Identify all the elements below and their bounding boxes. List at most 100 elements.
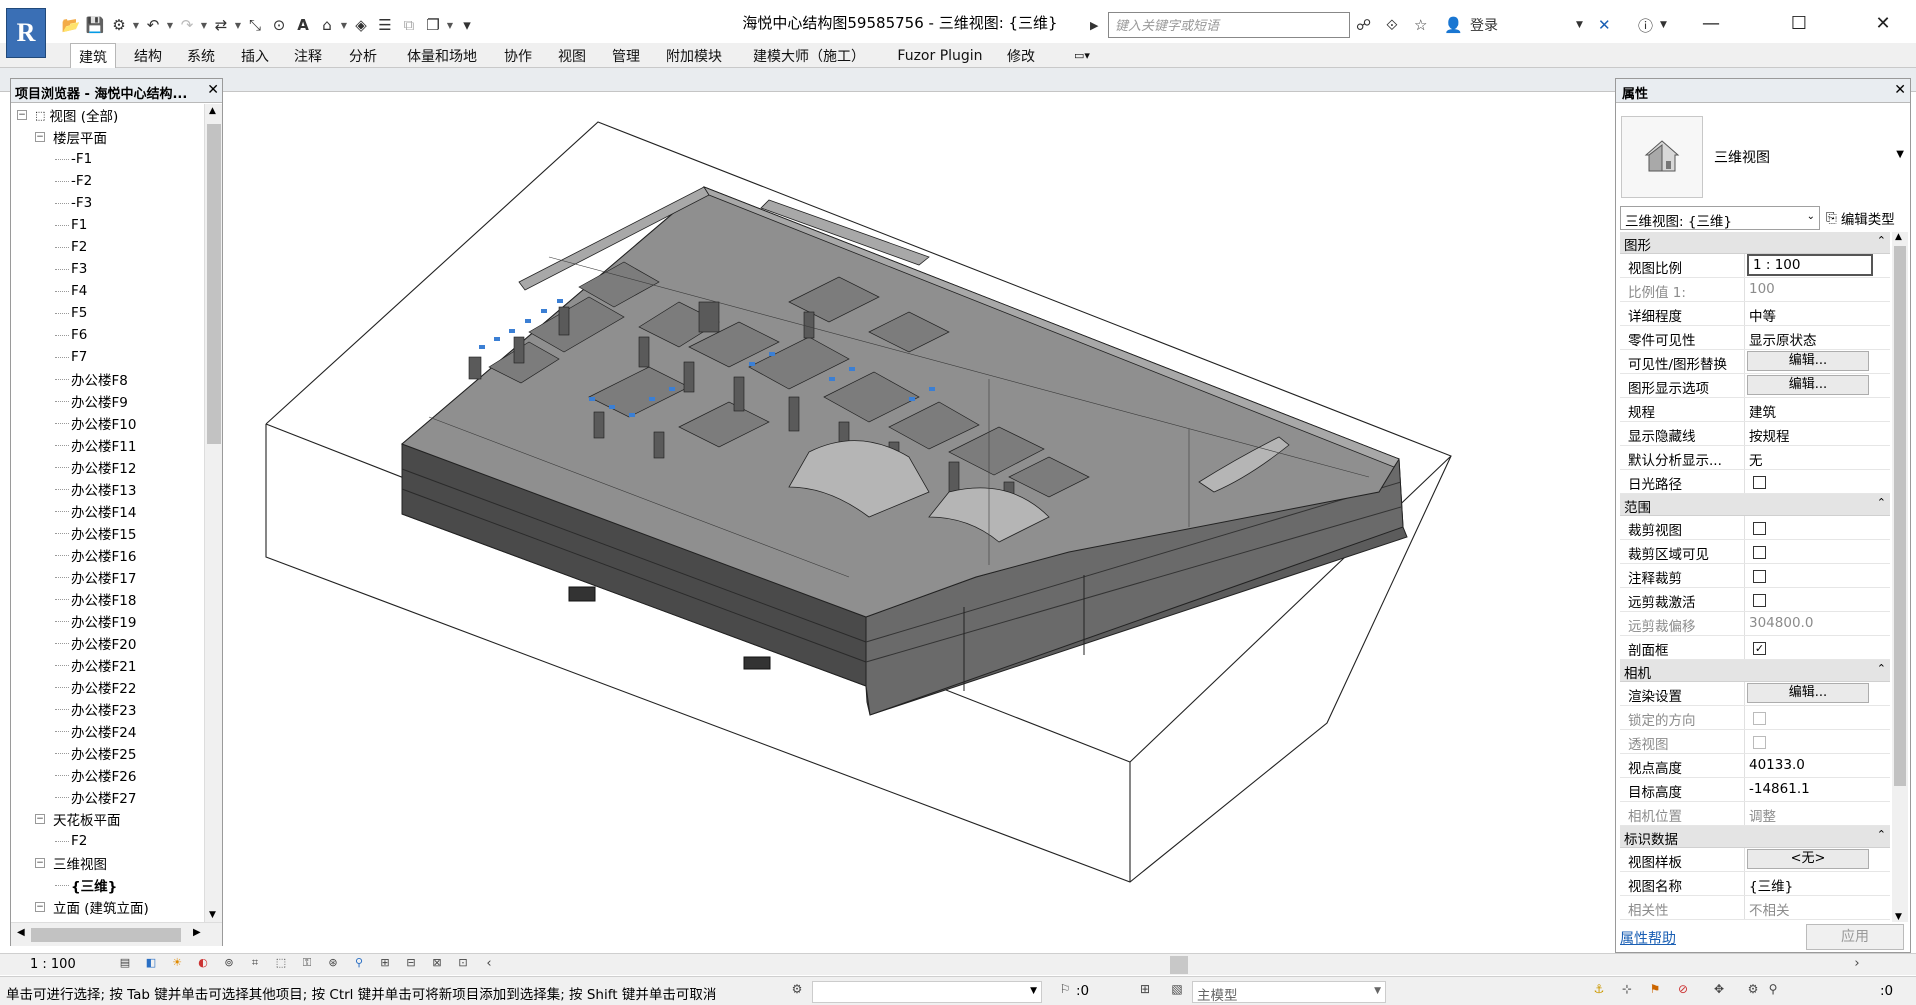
property-edit-button[interactable]: 编辑... <box>1747 375 1869 395</box>
browser-view-item[interactable]: 办公楼F8 <box>55 368 128 390</box>
chevron-down-icon[interactable]: ▼ <box>200 21 208 30</box>
scroll-down-icon[interactable]: ▼ <box>209 910 216 920</box>
browser-view-item[interactable]: 办公楼F20 <box>55 632 136 654</box>
browser-folder-item[interactable]: − ⬚ 视图 (全部) <box>17 104 118 126</box>
property-checkbox[interactable] <box>1753 594 1766 607</box>
property-value[interactable]: 40133.0 <box>1749 757 1805 773</box>
browser-view-item[interactable]: 办公楼F15 <box>55 522 136 544</box>
browser-view-item[interactable]: F3 <box>55 258 87 280</box>
scroll-up-icon[interactable]: ▲ <box>1895 232 1902 242</box>
browser-view-item[interactable]: 办公楼F11 <box>55 434 136 456</box>
chevron-left-icon[interactable]: ‹ <box>480 956 498 974</box>
collapse-toggle-icon[interactable]: − <box>35 132 45 142</box>
browser-view-item[interactable]: 办公楼F23 <box>55 698 136 720</box>
property-edit-button[interactable]: 编辑... <box>1747 683 1869 703</box>
browser-view-item[interactable]: 办公楼F10 <box>55 412 136 434</box>
application-menu-button[interactable]: R <box>6 8 46 58</box>
show-crop-region-icon[interactable]: ⬚ <box>272 956 290 974</box>
edit-type-button[interactable]: ⎘ 编辑类型 <box>1826 206 1895 230</box>
default-3d-view-icon[interactable]: ⌂ <box>316 14 338 36</box>
browser-view-item[interactable]: F7 <box>55 346 87 368</box>
browser-view-item[interactable]: 办公楼F17 <box>55 566 136 588</box>
browser-view-item[interactable]: 办公楼F25 <box>55 742 136 764</box>
search-input[interactable] <box>1108 12 1350 38</box>
ribbon-options-icon[interactable]: ▭▾ <box>1072 43 1092 68</box>
ribbon-tab[interactable]: 修改 <box>1000 43 1042 68</box>
property-checkbox[interactable] <box>1753 476 1766 489</box>
property-value-input[interactable]: 1 : 100 <box>1747 254 1873 276</box>
reveal-hidden-icon[interactable]: ⚲ <box>350 956 368 974</box>
canvas-scrollbar-thumb[interactable] <box>1170 956 1188 974</box>
browser-folder-item[interactable]: − 天花板平面 <box>35 808 121 830</box>
chevron-down-icon[interactable]: ▼ <box>1896 149 1904 160</box>
property-value[interactable]: 中等 <box>1749 309 1776 325</box>
analytical-model-icon[interactable]: ⊠ <box>428 956 446 974</box>
maximize-button[interactable]: ☐ <box>1776 8 1822 38</box>
detail-level-icon[interactable]: ▤ <box>116 956 134 974</box>
scroll-left-icon[interactable]: ◀ <box>17 927 25 938</box>
scroll-right-icon[interactable]: ▶ <box>193 927 201 938</box>
browser-view-item[interactable]: F5 <box>55 302 87 324</box>
browser-view-item[interactable]: 办公楼F13 <box>55 478 136 500</box>
visual-style-icon[interactable]: ◧ <box>142 956 160 974</box>
thin-lines-icon[interactable]: ☰ <box>374 14 396 36</box>
ribbon-tab[interactable]: 附加模块 <box>659 43 729 68</box>
browser-view-item[interactable]: F1 <box>55 214 87 236</box>
redo-icon[interactable]: ↷ <box>176 14 198 36</box>
drag-on-selection-icon[interactable]: ✥ <box>1710 982 1728 1000</box>
browser-view-item[interactable]: F4 <box>55 280 87 302</box>
type-selector-preview[interactable] <box>1621 116 1703 198</box>
render-icon[interactable]: ⊚ <box>220 956 238 974</box>
browser-view-item[interactable]: 办公楼F9 <box>55 390 128 412</box>
properties-help-link[interactable]: 属性帮助 <box>1620 928 1676 948</box>
worksharing-display-icon[interactable]: ⊟ <box>402 956 420 974</box>
background-process-icon[interactable]: ⚙ <box>1744 982 1762 1000</box>
collapse-toggle-icon[interactable]: − <box>17 110 27 120</box>
ribbon-tab[interactable]: 系统 <box>180 43 222 68</box>
property-checkbox[interactable] <box>1753 570 1766 583</box>
property-edit-button[interactable]: 编辑... <box>1747 351 1869 371</box>
property-checkbox[interactable] <box>1753 546 1766 559</box>
browser-view-item[interactable]: {三维} <box>55 874 117 896</box>
browser-view-item[interactable]: 办公楼F18 <box>55 588 136 610</box>
scroll-down-icon[interactable]: ▼ <box>1895 912 1902 922</box>
ribbon-tab[interactable]: 结构 <box>127 43 169 68</box>
sun-path-icon[interactable]: ☀ <box>168 956 186 974</box>
property-group-header[interactable]: 相机 ⌃ <box>1620 660 1890 682</box>
browser-view-item[interactable]: -F3 <box>55 192 92 214</box>
browser-view-item[interactable]: 办公楼F27 <box>55 786 136 808</box>
help-icon[interactable]: ⓘ <box>1638 13 1653 37</box>
select-underlay-icon[interactable]: ⊹ <box>1618 982 1636 1000</box>
filter-icon[interactable]: ⚐ <box>1056 982 1074 1000</box>
scrollbar-thumb[interactable] <box>207 124 221 444</box>
type-name[interactable]: 三维视图 <box>1714 147 1770 167</box>
browser-view-item[interactable]: 办公楼F14 <box>55 500 136 522</box>
browser-view-item[interactable]: -F2 <box>55 170 92 192</box>
collapse-group-icon[interactable]: ⌃ <box>1877 828 1886 845</box>
browser-view-item[interactable]: 办公楼F26 <box>55 764 136 786</box>
drawing-canvas-3d-view[interactable] <box>229 97 1611 943</box>
ribbon-tab[interactable]: 视图 <box>551 43 593 68</box>
ribbon-tab[interactable]: 插入 <box>234 43 276 68</box>
select-pinned-icon[interactable]: ⚑ <box>1646 982 1664 1000</box>
browser-view-item[interactable]: 办公楼F21 <box>55 654 136 676</box>
property-value[interactable]: -14861.1 <box>1749 781 1810 797</box>
collapse-group-icon[interactable]: ⌃ <box>1877 496 1886 513</box>
chevron-down-icon[interactable]: ▼ <box>340 21 348 30</box>
browser-view-item[interactable]: F2 <box>55 236 87 258</box>
browser-view-item[interactable]: F6 <box>55 324 87 346</box>
horizontal-scrollbar[interactable]: ◀ ▶ <box>11 922 222 946</box>
temporary-properties-icon[interactable]: ⊞ <box>376 956 394 974</box>
lock-3d-view-icon[interactable]: ⚿ <box>298 956 316 974</box>
property-checkbox[interactable] <box>1753 522 1766 535</box>
binoculars-icon[interactable]: ☍ <box>1356 13 1371 37</box>
vertical-scrollbar[interactable]: ▲ ▼ <box>1892 232 1908 922</box>
close-icon[interactable]: ✕ <box>207 82 219 98</box>
property-group-header[interactable]: 范围 ⌃ <box>1620 494 1890 516</box>
worksets-icon[interactable]: ⚙ <box>788 982 806 1000</box>
section-icon[interactable]: ◈ <box>350 14 372 36</box>
property-checkbox[interactable]: ✓ <box>1753 642 1766 655</box>
property-value[interactable]: 建筑 <box>1749 405 1776 421</box>
aligned-dimension-icon[interactable]: ⤡ <box>244 14 266 36</box>
scrollbar-thumb[interactable] <box>1894 246 1906 786</box>
